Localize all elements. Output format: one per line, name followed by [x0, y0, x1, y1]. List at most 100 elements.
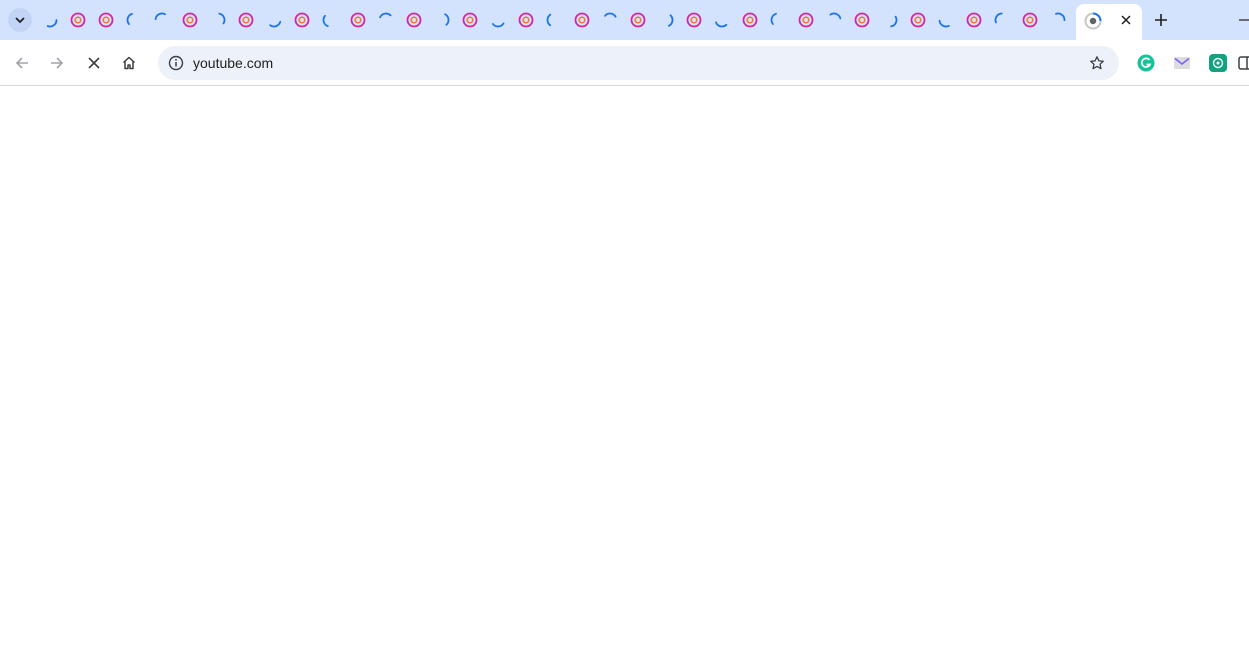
tab-strip — [0, 0, 1249, 40]
gmail-icon[interactable] — [1171, 52, 1193, 74]
browser-tab[interactable] — [92, 8, 120, 32]
loading-spinner-icon — [126, 12, 133, 25]
instagram-icon — [742, 12, 758, 28]
browser-tab[interactable] — [960, 8, 988, 32]
browser-tab[interactable] — [848, 8, 876, 32]
browser-tab[interactable] — [428, 8, 456, 32]
forward-arrow-icon — [51, 57, 64, 69]
browser-tab[interactable] — [820, 8, 848, 32]
bookmark-star-icon[interactable] — [1085, 51, 1109, 75]
instagram-icon — [182, 12, 198, 28]
loading-spinner-icon — [269, 20, 282, 28]
instagram-icon — [910, 12, 926, 28]
browser-tab[interactable] — [148, 8, 176, 32]
instagram-icon — [686, 12, 702, 28]
instagram-icon — [798, 12, 814, 28]
browser-tab[interactable] — [456, 8, 484, 32]
browser-tab[interactable] — [484, 8, 512, 32]
home-icon — [122, 56, 136, 70]
browser-tab[interactable] — [232, 8, 260, 32]
browser-tab[interactable] — [1016, 8, 1044, 32]
instagram-icon — [98, 12, 114, 28]
browser-tab[interactable] — [344, 8, 372, 32]
browser-tab[interactable] — [372, 8, 400, 32]
back-arrow-icon — [15, 57, 28, 69]
browser-tab[interactable] — [176, 8, 204, 32]
side-panel-icon[interactable] — [1238, 52, 1249, 74]
instagram-icon — [630, 12, 646, 28]
browser-tab[interactable] — [204, 8, 232, 32]
forward-button[interactable] — [43, 49, 71, 77]
browser-tab[interactable] — [260, 8, 288, 32]
loading-spinner-icon — [938, 19, 950, 28]
loading-spinner-icon — [604, 12, 617, 18]
browser-tab[interactable] — [764, 8, 792, 32]
browser-tab[interactable] — [708, 8, 736, 32]
loading-spinner-icon — [379, 12, 392, 19]
site-info-icon[interactable] — [164, 51, 188, 75]
browser-tab[interactable] — [988, 8, 1016, 32]
browser-tab[interactable] — [120, 8, 148, 32]
tab-search-button[interactable] — [8, 8, 32, 32]
loading-spinner-icon — [770, 12, 777, 25]
browser-tab[interactable] — [624, 8, 652, 32]
minimize-icon — [1239, 19, 1249, 21]
browser-toolbar: youtube.com — [0, 40, 1249, 86]
instagram-icon — [518, 12, 534, 28]
page-content-area — [0, 87, 1249, 669]
plus-icon — [1155, 14, 1167, 26]
stop-loading-button[interactable] — [80, 49, 108, 77]
browser-tab[interactable] — [512, 8, 540, 32]
close-tab-button[interactable] — [1116, 10, 1136, 30]
new-tab-button[interactable] — [1149, 8, 1173, 32]
browser-tab[interactable] — [876, 8, 904, 32]
browser-tab[interactable] — [904, 8, 932, 32]
active-tab[interactable] — [1076, 4, 1142, 40]
browser-tab[interactable] — [736, 8, 764, 32]
browser-tab[interactable] — [540, 8, 568, 32]
home-button[interactable] — [115, 49, 143, 77]
instagram-icon — [1022, 12, 1038, 28]
browser-tab[interactable] — [652, 8, 680, 32]
loading-spinner-icon — [46, 19, 58, 28]
loading-spinner-icon — [715, 21, 728, 28]
instagram-icon — [238, 12, 254, 28]
minimize-button[interactable] — [1238, 12, 1249, 28]
browser-tab[interactable] — [680, 8, 708, 32]
instagram-icon — [966, 12, 982, 28]
url-text[interactable]: youtube.com — [193, 46, 273, 80]
browser-tab[interactable] — [568, 8, 596, 32]
instagram-icon — [350, 12, 366, 28]
grammarly-icon[interactable] — [1135, 52, 1157, 74]
chatgpt-icon[interactable] — [1207, 52, 1229, 74]
loading-spinner-icon — [1055, 12, 1066, 22]
back-button[interactable] — [8, 49, 36, 77]
browser-tab[interactable] — [596, 8, 624, 32]
instagram-icon — [462, 12, 478, 28]
instagram-icon — [70, 12, 86, 28]
loading-spinner-icon — [491, 22, 505, 28]
browser-tab[interactable] — [792, 8, 820, 32]
loading-spinner-icon — [890, 15, 898, 28]
loading-spinner-icon — [546, 13, 552, 27]
instagram-icon — [406, 12, 422, 28]
browser-tab[interactable] — [64, 8, 92, 32]
browser-tab[interactable] — [400, 8, 428, 32]
instagram-icon — [854, 12, 870, 28]
browser-tab[interactable] — [288, 8, 316, 32]
address-bar[interactable]: youtube.com — [158, 46, 1119, 80]
loading-spinner-icon — [218, 12, 226, 25]
google-icon — [1084, 12, 1102, 35]
close-icon — [1121, 15, 1131, 25]
browser-tab[interactable] — [36, 8, 64, 32]
browser-tab[interactable] — [932, 8, 960, 32]
loading-spinner-icon — [829, 12, 842, 20]
instagram-icon — [294, 12, 310, 28]
loading-spinner-icon — [667, 14, 674, 27]
browser-tab[interactable] — [1044, 8, 1072, 32]
close-icon — [88, 57, 100, 69]
loading-spinner-icon — [322, 14, 329, 28]
loading-spinner-icon — [994, 12, 1003, 24]
loading-spinner-icon — [154, 12, 166, 20]
browser-tab[interactable] — [316, 8, 344, 32]
